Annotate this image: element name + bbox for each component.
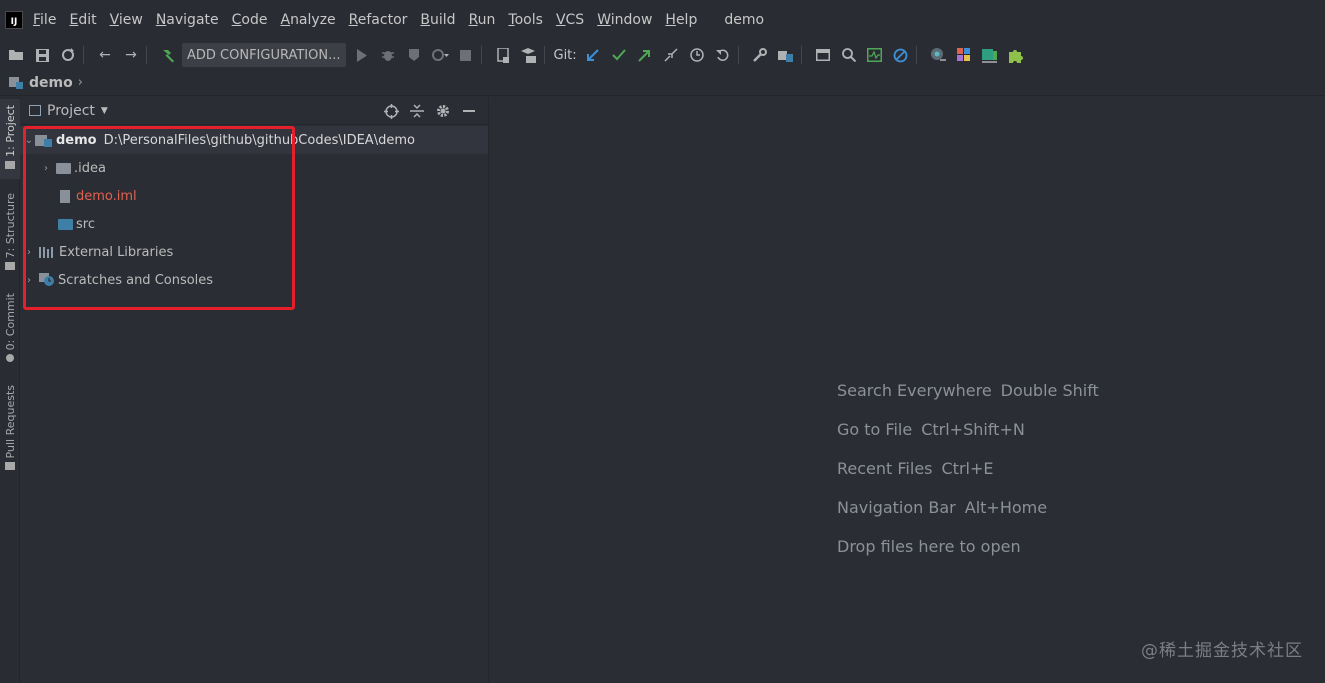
git-update-icon[interactable] (583, 45, 603, 65)
device-icon[interactable] (493, 45, 513, 65)
project-tab-icon (5, 160, 15, 169)
watermark-text: @稀土掘金技术社区 (1141, 641, 1303, 661)
menu-navigate[interactable]: Navigate (156, 12, 219, 28)
history-clock-icon[interactable] (687, 45, 707, 65)
breadcrumb-project[interactable]: demo (29, 75, 73, 91)
hint-navigation-bar: Navigation Bar Alt+Home (837, 498, 1047, 517)
search-icon[interactable] (839, 45, 859, 65)
git-label: Git: (553, 47, 577, 63)
window-project-title: demo (724, 12, 765, 28)
editor-area: Search Everywhere Double Shift Go to File… (488, 97, 1325, 683)
activity-monitor-icon[interactable] (865, 45, 885, 65)
project-view-icon (29, 105, 41, 116)
hint-action: Drop files here to open (837, 537, 1021, 556)
toolbar-separator (800, 46, 802, 64)
navigation-bar: demo › (0, 70, 1325, 96)
menu-help[interactable]: Help (665, 12, 697, 28)
tool-tab-structure-label: 7: Structure (3, 193, 17, 259)
stop-icon[interactable] (456, 45, 476, 65)
hint-shortcut: Ctrl+E (941, 459, 994, 478)
git-push-icon[interactable] (635, 45, 655, 65)
tool-tab-commit[interactable]: 0: Commit (0, 287, 20, 367)
debug-icon[interactable] (378, 45, 398, 65)
menu-vcs[interactable]: VCS (556, 12, 584, 28)
toolbar-separator (146, 46, 147, 64)
hint-shortcut: Alt+Home (964, 498, 1048, 517)
deploy-icon[interactable] (519, 45, 539, 65)
menu-view[interactable]: View (110, 12, 143, 28)
menu-tools[interactable]: Tools (508, 12, 543, 28)
git-commit-icon[interactable] (609, 45, 629, 65)
open-folder-icon[interactable] (6, 45, 26, 65)
save-icon[interactable] (32, 45, 52, 65)
main-toolbar: ← → ADD CONFIGURATION... Git: (0, 40, 1325, 70)
dropdown-caret-icon[interactable]: ▼ (101, 106, 108, 116)
hint-drop-files: Drop files here to open (837, 537, 1021, 556)
project-view-selector[interactable]: Project (47, 103, 95, 119)
hint-action: Recent Files (837, 459, 933, 478)
hint-action: Go to File (837, 420, 913, 439)
hint-shortcut: Ctrl+Shift+N (921, 420, 1025, 439)
git-compare-icon[interactable] (661, 45, 681, 65)
menu-analyze[interactable]: Analyze (280, 12, 335, 28)
sync-icon[interactable] (58, 45, 78, 65)
menu-bar: IJ File Edit View Navigate Code Analyze … (0, 0, 1325, 40)
hide-minimize-icon[interactable] (456, 101, 482, 121)
toolbar-separator (915, 46, 917, 64)
collapse-all-icon[interactable] (404, 101, 430, 121)
tool-tab-project-label: 1: Project (3, 105, 17, 157)
project-folder-icon (9, 76, 23, 89)
tool-tab-project[interactable]: 1: Project (0, 99, 20, 179)
menu-file[interactable]: File (33, 12, 56, 28)
settings-wrench-icon[interactable] (750, 45, 770, 65)
hint-action: Navigation Bar (837, 498, 956, 517)
add-configuration-button[interactable]: ADD CONFIGURATION... (182, 43, 346, 67)
tool-tab-pull-requests[interactable]: Pull Requests (0, 379, 20, 475)
intellij-logo-icon: IJ (5, 11, 23, 29)
power-save-icon[interactable] (891, 45, 911, 65)
project-panel-header: Project ▼ (20, 97, 488, 125)
project-structure-icon[interactable] (776, 45, 796, 65)
code-analysis-icon[interactable] (980, 45, 1000, 65)
annotation-highlight-box (23, 126, 295, 310)
profile-icon[interactable] (430, 45, 450, 65)
plugin-status-icon[interactable] (928, 45, 948, 65)
left-tool-strip: 1: Project 7: Structure 0: Commit Pull R… (0, 97, 20, 683)
toolbar-separator (543, 46, 545, 64)
forward-arrow-icon[interactable]: → (121, 45, 141, 65)
menu-refactor[interactable]: Refactor (349, 12, 408, 28)
structure-tab-icon (5, 262, 15, 271)
breadcrumb-chevron-icon: › (77, 75, 83, 90)
pull-requests-tab-icon (5, 462, 15, 471)
menu-build[interactable]: Build (420, 12, 455, 28)
run-icon[interactable] (352, 45, 372, 65)
hint-go-to-file: Go to File Ctrl+Shift+N (837, 420, 1025, 439)
tool-tab-structure[interactable]: 7: Structure (0, 187, 20, 277)
locate-crosshair-icon[interactable] (378, 101, 404, 121)
build-hammer-icon[interactable] (158, 45, 178, 65)
rollback-icon[interactable] (713, 45, 733, 65)
menu-run[interactable]: Run (469, 12, 496, 28)
back-arrow-icon[interactable]: ← (95, 45, 115, 65)
coverage-icon[interactable] (404, 45, 424, 65)
menu-code[interactable]: Code (232, 12, 268, 28)
toolbar-separator (83, 46, 84, 64)
layout-grid-icon[interactable] (954, 45, 974, 65)
gear-icon[interactable] (430, 101, 456, 121)
toolbar-separator (480, 46, 482, 64)
terminal-window-icon[interactable] (813, 45, 833, 65)
tool-tab-commit-label: 0: Commit (3, 293, 17, 351)
hint-action: Search Everywhere (837, 381, 992, 400)
project-panel-actions (378, 101, 482, 121)
puzzle-plugin-icon[interactable] (1006, 45, 1026, 65)
hint-shortcut: Double Shift (1000, 381, 1099, 400)
menu-window[interactable]: Window (597, 12, 652, 28)
menu-edit[interactable]: Edit (69, 12, 96, 28)
hint-search-everywhere: Search Everywhere Double Shift (837, 381, 1099, 400)
commit-tab-icon (6, 354, 14, 363)
tool-tab-pull-requests-label: Pull Requests (3, 385, 17, 459)
hint-recent-files: Recent Files Ctrl+E (837, 459, 993, 478)
toolbar-separator (737, 46, 739, 64)
